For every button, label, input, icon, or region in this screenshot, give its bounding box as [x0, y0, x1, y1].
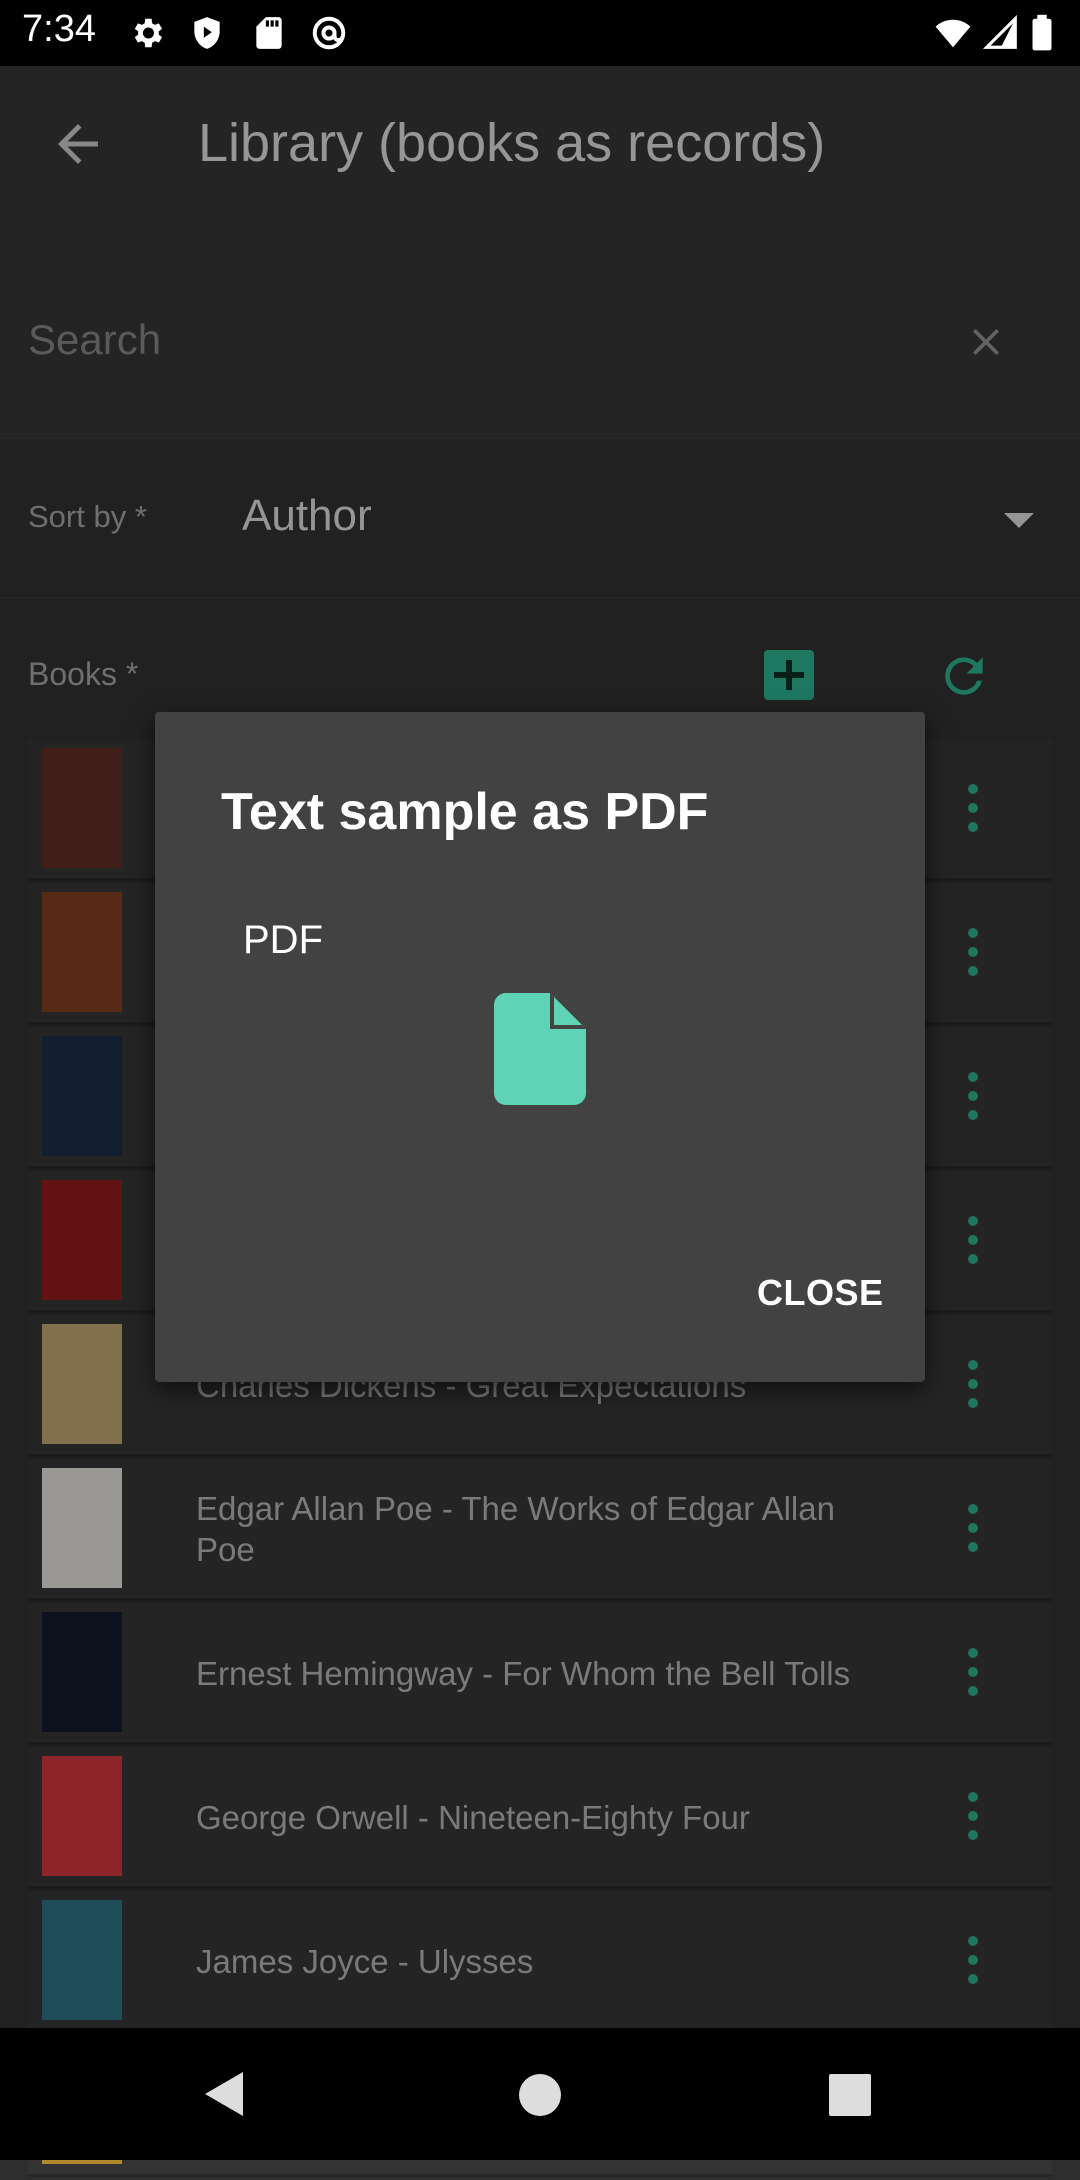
dialog-subtitle: PDF: [243, 918, 323, 962]
close-button[interactable]: CLOSE: [757, 1272, 884, 1314]
dialog-title: Text sample as PDF: [221, 783, 709, 841]
sd-card-icon: [256, 17, 282, 49]
signal-icon: [982, 14, 1017, 49]
file-icon[interactable]: [494, 993, 586, 1105]
nav-home-icon[interactable]: [519, 2074, 561, 2116]
wifi-icon: [935, 19, 971, 48]
status-time: 7:34: [22, 8, 96, 50]
battery-icon: [1032, 14, 1052, 51]
shield-play-icon: [194, 17, 220, 49]
navigation-bar: [0, 2028, 1080, 2160]
settings-icon: [134, 18, 163, 48]
at-sign-icon: [312, 16, 346, 50]
nav-recents-icon[interactable]: [829, 2074, 871, 2116]
pdf-dialog: Text sample as PDF PDF CLOSE: [155, 712, 925, 1382]
status-bar: 7:34: [0, 0, 1080, 66]
nav-back-icon[interactable]: [205, 2072, 243, 2116]
